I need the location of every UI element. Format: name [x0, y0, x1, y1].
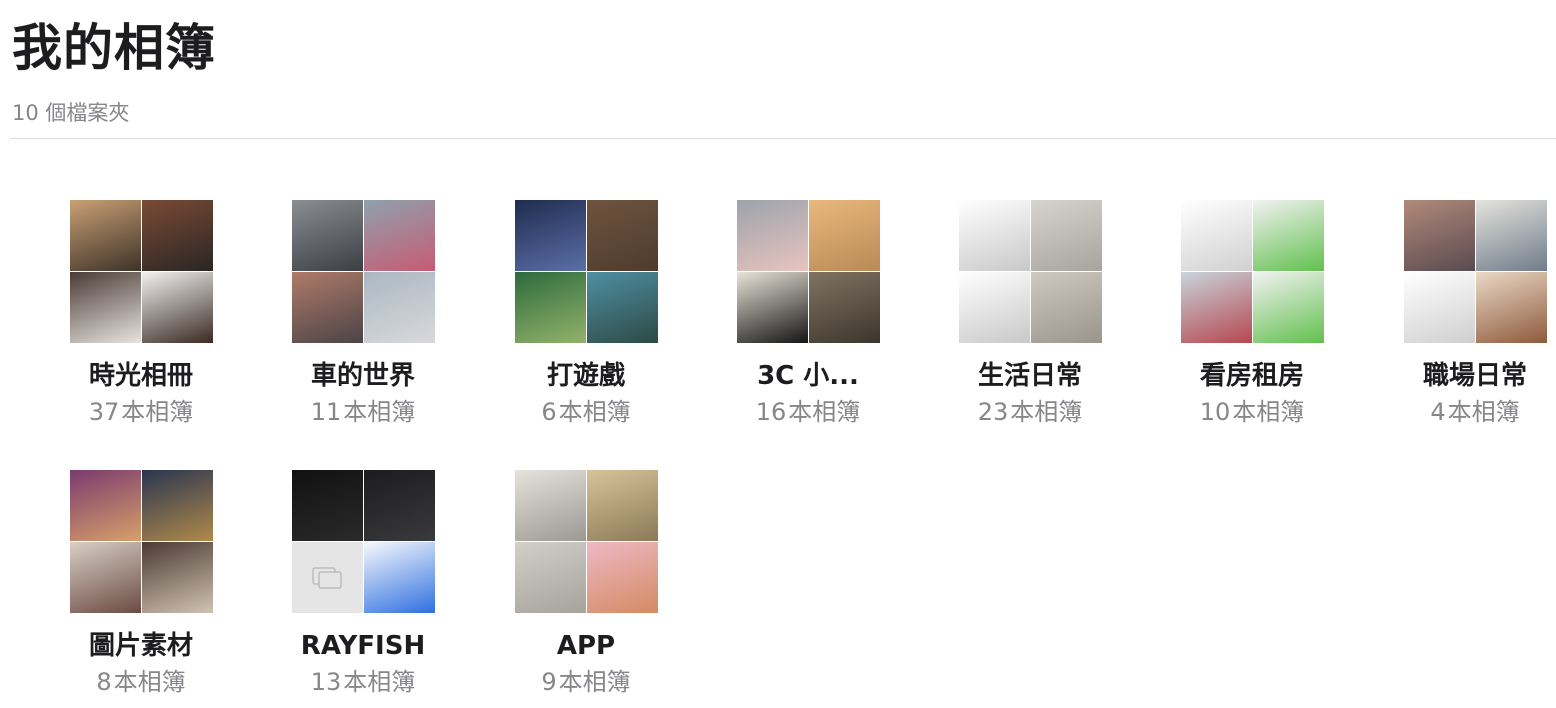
divider: [10, 138, 1556, 139]
album-thumbnail[interactable]: [291, 200, 435, 343]
settings-screenshot-thumbnail: [363, 470, 435, 541]
album-count: 4本相簿: [1430, 398, 1520, 426]
album-name: 時光相冊: [88, 361, 193, 391]
anime-battle-image-thumbnail: [141, 470, 213, 541]
pink-perfume-photo-thumbnail: [586, 542, 658, 613]
album-thumbnail[interactable]: [736, 200, 880, 343]
album-card-images[interactable]: 圖片素材 8本相簿: [30, 470, 252, 697]
album-thumbnail[interactable]: [69, 200, 213, 343]
building-photo-thumbnail: [1180, 272, 1252, 343]
album-card-3c[interactable]: 3C 小... 16本相簿: [697, 200, 919, 427]
album-count: 8本相簿: [96, 668, 186, 696]
page-title: 我的相簿: [12, 19, 216, 77]
game-cliff-screenshot-thumbnail: [586, 272, 658, 343]
album-count: 16本相簿: [755, 398, 861, 426]
album-thumbnail[interactable]: [1180, 200, 1324, 343]
white-suv-photo-thumbnail: [363, 272, 435, 343]
album-name: RAYFISH: [300, 631, 426, 661]
anime-soldier-image-thumbnail: [141, 542, 213, 613]
album-thumbnail[interactable]: [514, 470, 658, 613]
dark-phone-photo-thumbnail: [808, 272, 880, 343]
banking-app-screenshot-thumbnail: [363, 542, 435, 613]
gold-car-photo-thumbnail: [586, 470, 658, 541]
album-count: 11本相簿: [310, 398, 416, 426]
chat-screenshot-thumbnail: [958, 200, 1030, 271]
album-count: 13本相簿: [310, 668, 416, 696]
doge-card-image-thumbnail: [69, 470, 141, 541]
office-room-photo-thumbnail: [1475, 200, 1547, 271]
album-thumbnail[interactable]: [1403, 200, 1547, 343]
chat-screenshot-thumbnail: [1403, 272, 1475, 343]
album-card-rayfish[interactable]: RAYFISH 13本相簿: [252, 470, 474, 697]
restaurant-photo-thumbnail: [141, 200, 213, 271]
album-count: 9本相簿: [541, 668, 631, 696]
album-thumbnail[interactable]: [958, 200, 1102, 343]
book-page-photo-thumbnail: [514, 542, 586, 613]
emoji-screenshot-thumbnail: [141, 272, 213, 343]
chat-screenshot-thumbnail: [1252, 272, 1324, 343]
person-photo-thumbnail: [69, 200, 141, 271]
album-thumbnail[interactable]: [69, 470, 213, 613]
brown-fabric-photo-thumbnail: [586, 200, 658, 271]
album-card-shiguang[interactable]: 時光相冊 37本相簿: [30, 200, 252, 427]
lined-paper-photo-thumbnail: [1030, 200, 1102, 271]
album-name: 3C 小...: [757, 361, 859, 391]
album-thumbnail[interactable]: [291, 470, 435, 613]
lost-iphone-screenshot-thumbnail: [291, 470, 363, 541]
pink-car-photo-thumbnail: [363, 200, 435, 271]
album-name: APP: [556, 631, 616, 661]
wooden-door-photo-thumbnail: [1475, 272, 1547, 343]
album-count: 37本相簿: [88, 398, 194, 426]
phone-box-photo-thumbnail: [808, 200, 880, 271]
album-count: 6本相簿: [541, 398, 631, 426]
chat-screenshot-thumbnail: [958, 272, 1030, 343]
anime-character-image-thumbnail: [69, 542, 141, 613]
game-map-screenshot-thumbnail: [514, 272, 586, 343]
receipt-photo-thumbnail: [1030, 272, 1102, 343]
chat-screenshot-thumbnail: [1252, 200, 1324, 271]
pink-phone-photo-thumbnail: [736, 200, 808, 271]
album-name: 圖片素材: [88, 631, 193, 661]
document-screenshot-thumbnail: [1180, 200, 1252, 271]
office-meal-photo-thumbnail: [1403, 200, 1475, 271]
poster-photo-thumbnail: [69, 272, 141, 343]
car-wheel-photo-thumbnail: [291, 272, 363, 343]
album-card-app[interactable]: APP 9本相簿: [475, 470, 697, 697]
album-name: 打遊戲: [546, 361, 625, 391]
folder-count: 10 個檔案夾: [12, 101, 130, 125]
album-count: 23本相簿: [977, 398, 1083, 426]
ceiling-fan-photo-thumbnail: [514, 470, 586, 541]
album-name: 生活日常: [977, 361, 1082, 391]
game-lobby-screenshot-thumbnail: [514, 200, 586, 271]
image-placeholder-icon: [311, 567, 342, 589]
steering-wheel-photo-thumbnail: [291, 200, 363, 271]
album-name: 職場日常: [1422, 361, 1527, 391]
album-thumbnail[interactable]: [514, 200, 658, 343]
album-count: 10本相簿: [1199, 398, 1305, 426]
album-card-car[interactable]: 車的世界 11本相簿: [252, 200, 474, 427]
album-name: 看房租房: [1199, 361, 1304, 391]
album-name: 車的世界: [310, 361, 415, 391]
photo-placeholder-thumbnail: [291, 542, 363, 613]
album-card-gaming[interactable]: 打遊戲 6本相簿: [475, 200, 697, 427]
album-card-rental[interactable]: 看房租房 10本相簿: [1141, 200, 1363, 427]
album-card-daily[interactable]: 生活日常 23本相簿: [919, 200, 1141, 427]
album-card-work[interactable]: 職場日常 4本相簿: [1364, 200, 1556, 427]
one-piece-case-photo-thumbnail: [736, 272, 808, 343]
